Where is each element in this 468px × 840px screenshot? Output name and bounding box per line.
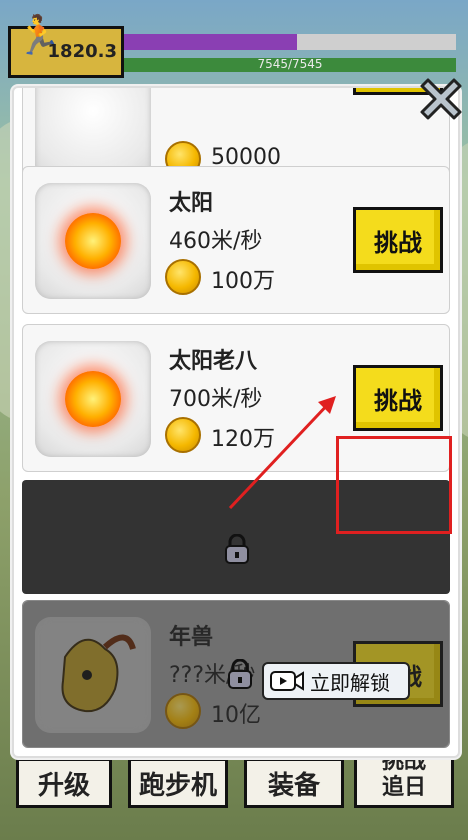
sun-icon xyxy=(65,213,121,269)
hp-text: 7545/7545 xyxy=(257,57,323,71)
unlock-now-button[interactable]: 立即解锁 xyxy=(262,662,410,700)
nav-upgrade-button[interactable]: 升级 xyxy=(16,758,112,808)
item-speed: 460米/秒 xyxy=(169,229,263,254)
player-score: 1820.3 xyxy=(47,41,117,62)
nav-treadmill-button[interactable]: 跑步机 xyxy=(128,758,228,808)
sun-icon xyxy=(65,371,121,427)
item-price: 100万 xyxy=(211,269,275,294)
item-thumbnail xyxy=(35,183,151,299)
player-avatar[interactable]: 🏃 1820.3 xyxy=(8,13,124,78)
item-thumbnail xyxy=(35,341,151,457)
close-icon[interactable] xyxy=(412,70,468,128)
unlock-label: 立即解锁 xyxy=(310,670,390,695)
challenge-dialog: 50000 太阳 460米/秒 100万 挑战 太阳老八 700米/秒 120万… xyxy=(12,86,460,758)
nav-equipment-button[interactable]: 装备 xyxy=(244,758,344,808)
video-icon xyxy=(270,671,304,691)
hp-bar: 7545/7545 xyxy=(124,57,456,72)
challenge-button-sun[interactable]: 挑战 xyxy=(353,207,443,273)
item-name: 太阳 xyxy=(169,191,214,216)
exp-bar-fill xyxy=(124,34,297,50)
coin-icon xyxy=(165,417,201,453)
list-item-sun: 太阳 460米/秒 100万 挑战 xyxy=(22,166,450,314)
lock-icon xyxy=(225,534,249,564)
pointer-arrow xyxy=(228,396,336,510)
challenge-button-sun-boss[interactable]: 挑战 xyxy=(353,365,443,431)
coin-icon xyxy=(165,259,201,295)
exp-bar xyxy=(124,34,456,50)
lock-icon xyxy=(228,659,252,689)
item-name: 太阳老八 xyxy=(169,349,258,374)
